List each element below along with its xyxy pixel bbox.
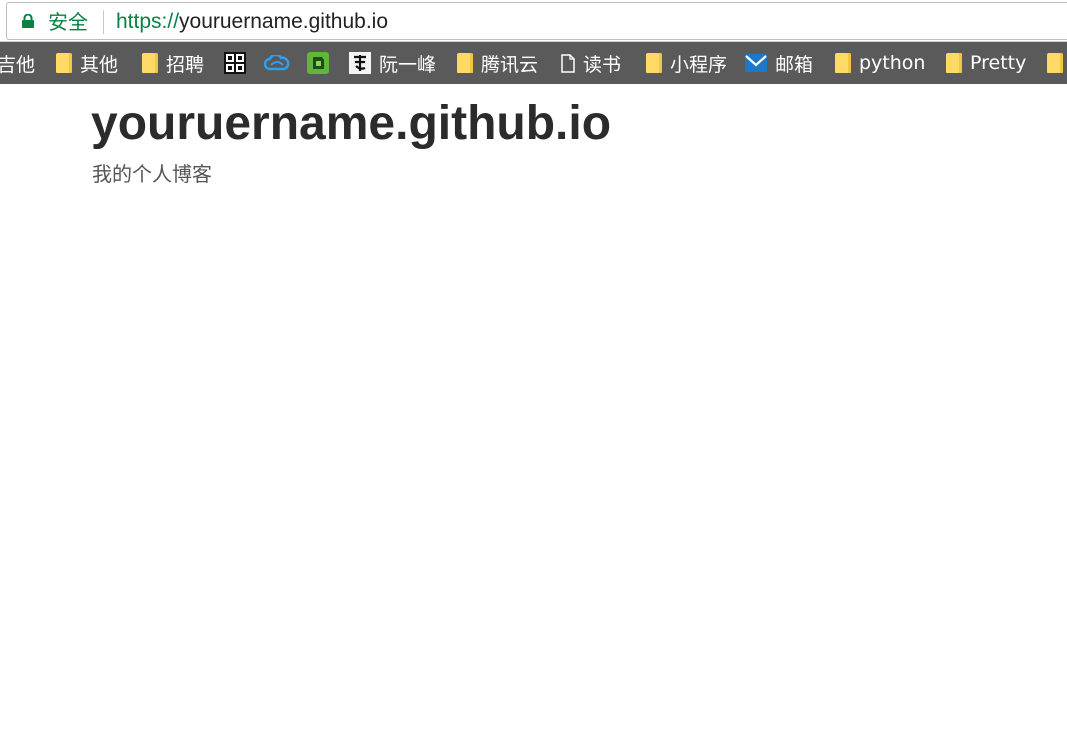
page-title[interactable]: youruername.github.io: [91, 96, 611, 152]
bookmark-label: 邮箱: [775, 53, 814, 76]
bookmark-evernote[interactable]: [307, 42, 337, 84]
bookmark-pretty[interactable]: Pretty: [946, 42, 1026, 84]
url-field[interactable]: https://youruername.github.io: [116, 10, 388, 34]
code-site-icon: [224, 52, 246, 74]
bookmark-label: python: [859, 52, 926, 74]
evernote-icon: [307, 52, 329, 74]
folder-icon: [835, 53, 851, 73]
cloud-icon: [264, 55, 290, 71]
omnibox[interactable]: 安全 https://youruername.github.io: [6, 2, 1067, 40]
bookmarks-bar: 吉他 其他 招聘 阮一峰 腾讯云 读书 小程序 邮箱 python Pretty: [0, 42, 1067, 84]
bookmark-label: 阮一峰: [379, 53, 437, 76]
bookmark-tencent-cloud[interactable]: 腾讯云: [457, 42, 538, 84]
bookmark-guitar[interactable]: 吉他: [0, 42, 35, 84]
bookmark-label: 腾讯云: [481, 53, 539, 76]
bookmark-python[interactable]: python: [835, 42, 925, 84]
folder-icon: [457, 53, 473, 73]
bookmark-ruanyifeng[interactable]: 阮一峰: [349, 42, 436, 84]
folder-icon: [142, 53, 158, 73]
bookmark-label: 小程序: [670, 53, 728, 76]
bookmark-label: 招聘: [166, 53, 205, 76]
bookmark-mailbox[interactable]: 邮箱: [745, 42, 813, 84]
folder-icon: [1047, 53, 1063, 73]
url-host: youruername.github.io: [179, 10, 388, 33]
url-scheme: https://: [116, 10, 180, 33]
omnibox-divider: [103, 10, 104, 34]
folder-icon: [56, 53, 72, 73]
bookmark-overflow[interactable]: [1047, 42, 1067, 84]
bookmark-label: 其他: [80, 53, 119, 76]
security-label[interactable]: 安全: [48, 10, 88, 34]
bookmark-cloud[interactable]: [264, 42, 298, 84]
calligraphy-icon: [349, 52, 371, 74]
page-subtitle: 我的个人博客: [92, 162, 212, 186]
bookmark-jobs[interactable]: 招聘: [142, 42, 204, 84]
folder-icon: [646, 53, 662, 73]
lock-icon[interactable]: [22, 14, 34, 28]
bookmark-label: 读书: [583, 53, 622, 76]
bookmark-mini-program[interactable]: 小程序: [646, 42, 727, 84]
bookmark-label: Pretty: [970, 52, 1027, 74]
bookmark-other[interactable]: 其他: [56, 42, 118, 84]
bookmark-reading[interactable]: 读书: [561, 42, 621, 84]
bookmark-label: 吉他: [0, 53, 36, 76]
folder-icon: [946, 53, 962, 73]
address-bar: 安全 https://youruername.github.io: [0, 0, 1067, 42]
bookmark-code-site[interactable]: [224, 42, 254, 84]
page-icon: [561, 53, 575, 73]
mail-icon: [745, 54, 767, 72]
